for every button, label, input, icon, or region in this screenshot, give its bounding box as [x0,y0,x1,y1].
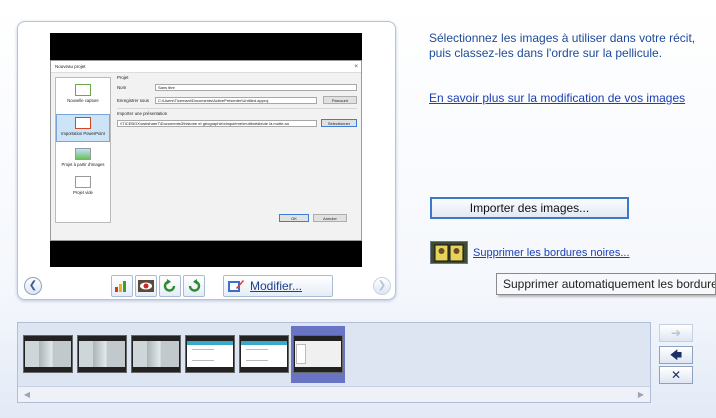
ok-button: OK [279,214,309,222]
thumbnail-selected[interactable] [293,335,343,373]
next-image-button[interactable]: ❯ [373,277,391,295]
option-label: Projet vide [73,190,93,195]
eye-icon [138,280,154,292]
cancel-button: Annuler [313,214,347,222]
scroll-left-icon[interactable]: ◀ [20,387,34,402]
remove-image-button[interactable]: ✕ [659,366,693,384]
red-eye-button[interactable] [135,275,157,297]
thumbnail[interactable] [131,335,181,373]
thumbnail[interactable] [23,335,73,373]
preview-dialog: Nouveau projet × Nouvelle capture Import… [50,60,362,241]
blank-page-icon [75,176,91,188]
name-label: Nom [117,85,127,90]
browse-button: Parcourir [323,96,357,104]
auto-adjust-button[interactable] [111,275,133,297]
option-new-capture: Nouvelle capture [56,82,110,110]
option-label: Importation PowerPoint [61,131,105,136]
arrow-right-icon: ❯ [377,280,387,291]
thumbnail[interactable] [239,335,289,373]
remove-black-borders-link[interactable]: Supprimer les bordures noires... [473,247,630,259]
dialog-form: Projet Nom Sans titre Enregistrer sous C… [117,75,359,225]
photo-frames-icon [434,244,464,261]
preview-card: Nouveau projet × Nouvelle capture Import… [17,21,396,300]
modify-label: Modifier... [250,279,303,293]
previous-image-button[interactable]: ❮ [24,277,42,295]
option-label: Projet à partir d'images [61,162,105,167]
save-as-label: Enregistrer sous [117,98,149,103]
import-images-button[interactable]: Importer des images... [430,197,629,219]
learn-more-link[interactable]: En savoir plus sur la modification de vo… [429,91,689,106]
rotate-left-icon [163,279,176,292]
thumbnail[interactable] [77,335,127,373]
powerpoint-icon [75,117,91,129]
filmstrip-scrollbar[interactable]: ◀ ▶ [18,386,650,402]
select-button: Sélectionner [321,119,357,127]
filmstrip: ◀ ▶ [17,322,651,403]
instructions-text: Sélectionnez les images à utiliser dans … [429,31,696,60]
option-label: Nouvelle capture [67,98,99,103]
section-project-label: Projet [117,75,129,80]
rotate-right-button[interactable] [183,275,205,297]
edit-pencil-icon [228,280,244,292]
name-field: Sans titre [155,84,357,91]
picture-icon [75,148,91,160]
option-powerpoint-import: Importation PowerPoint [56,114,110,142]
option-from-images: Projet à partir d'images [56,146,110,174]
tooltip: Supprimer automatiquement les bordures [496,273,716,295]
rotate-left-button[interactable] [159,275,181,297]
camera-icon [75,84,91,96]
import-section-label: Importer une présentation [117,111,168,116]
arrow-left-icon: ❮ [28,280,38,291]
close-icon: × [354,64,358,70]
thumbnail[interactable] [185,335,235,373]
bar-chart-icon [115,281,126,292]
rotate-right-icon [188,279,201,292]
dialog-title: Nouveau projet [51,61,361,73]
import-path-field: \\TICEBOX\usbshare7\Documents3\histoire … [117,120,317,127]
save-path-field: C:\Users\Ticemani\Documents\ActivePresen… [155,97,317,104]
move-left-button[interactable]: 🡄 [659,346,693,364]
remove-borders-icon[interactable] [430,241,468,264]
scroll-right-icon[interactable]: ▶ [634,387,648,402]
divider [117,108,357,109]
modify-button[interactable]: Modifier... [223,275,333,297]
option-blank-project: Projet vide [56,174,110,202]
image-preview: Nouveau projet × Nouvelle capture Import… [50,33,362,267]
dialog-options-panel: Nouvelle capture Importation PowerPoint … [55,77,111,223]
move-right-button[interactable]: ➔ [659,324,693,342]
